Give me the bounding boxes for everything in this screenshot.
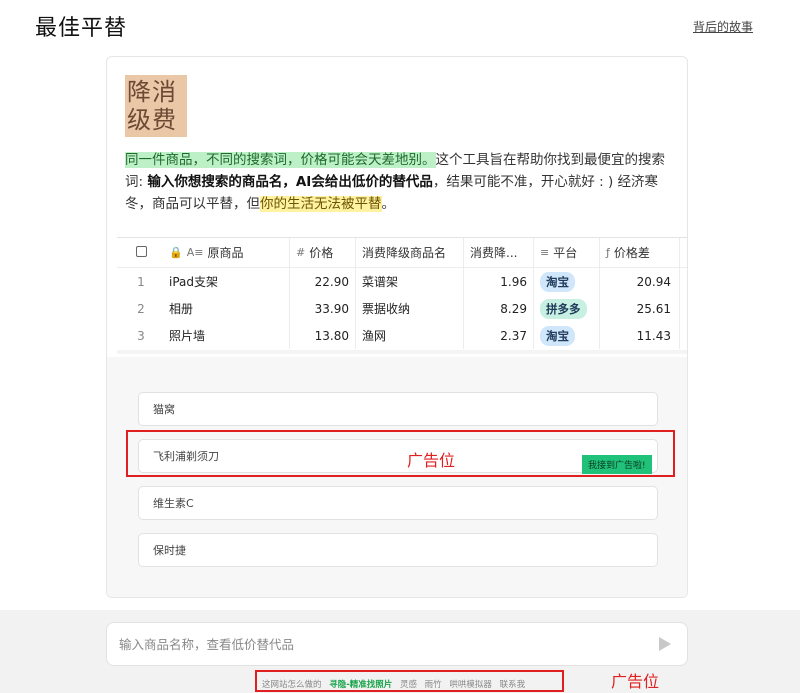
results-table: 🔒 A≡ 原商品 # 价格 消费降级商品名 消费降... ≡ 平台 ƒ 价格差 1 iPa… — [117, 237, 687, 352]
col-header-down[interactable]: 消费降... — [464, 238, 534, 267]
footer-link-contact[interactable]: 联系我 — [500, 680, 526, 690]
cell-name[interactable]: 照片墙 — [165, 322, 290, 349]
list-field-icon: ≡ — [540, 246, 550, 259]
search-input[interactable] — [107, 623, 627, 665]
select-all-checkbox[interactable] — [135, 245, 147, 257]
platform-tag: 淘宝 — [540, 325, 575, 346]
col-header-diff[interactable]: ƒ 价格差 — [600, 238, 680, 267]
cell-platform[interactable]: 淘宝 — [534, 268, 600, 295]
table-scroll-edge — [117, 350, 687, 354]
cell-price[interactable]: 13.80 — [290, 322, 356, 349]
row-index: 3 — [137, 328, 145, 343]
intro-highlight-green: 同一件商品，不同的搜索词，价格可能会天差地别。 — [125, 152, 436, 168]
suggestion-item[interactable]: 保时捷 — [138, 533, 658, 567]
footer-link-rain[interactable]: 雨竹 — [425, 680, 442, 690]
cell-platform[interactable]: 拼多多 — [534, 295, 600, 322]
cell-down[interactable]: 2.37 — [464, 322, 534, 349]
cell-alt[interactable]: 菜谱架 — [356, 268, 464, 295]
footer-link-how[interactable]: 这网站怎么做的 — [262, 680, 322, 690]
page-title: 最佳平替 — [35, 16, 128, 41]
intro-text-6: 。 — [381, 196, 396, 212]
text-field-icon: A≡ — [186, 246, 204, 259]
cell-name[interactable]: iPad支架 — [165, 268, 290, 295]
logo-line-1: 降消 — [127, 78, 177, 106]
cell-diff[interactable]: 11.43 — [600, 322, 680, 349]
lock-icon: 🔒 — [169, 246, 183, 259]
cell-down[interactable]: 1.96 — [464, 268, 534, 295]
cell-price[interactable]: 22.90 — [290, 268, 356, 295]
cell-alt[interactable]: 渔网 — [356, 322, 464, 349]
col-header-platform[interactable]: ≡ 平台 — [534, 238, 600, 267]
cell-down[interactable]: 8.29 — [464, 295, 534, 322]
logo-line-2: 级费 — [127, 106, 177, 134]
col-header-alt[interactable]: 消费降级商品名 — [356, 238, 464, 267]
search-box — [106, 622, 688, 666]
platform-tag: 拼多多 — [540, 298, 587, 319]
table-row[interactable]: 2 相册 33.90 票据收纳 8.29 拼多多 25.61 — [117, 295, 687, 322]
cell-name[interactable]: 相册 — [165, 295, 290, 322]
footer-link-inspiration[interactable]: 灵感 — [400, 680, 417, 690]
story-link[interactable]: 背后的故事 — [693, 18, 753, 35]
table-row[interactable]: 3 照片墙 13.80 渔网 2.37 淘宝 11.43 — [117, 322, 687, 349]
intro-text: 同一件商品，不同的搜索词，价格可能会天差地别。这个工具旨在帮助你找到最便宜的搜索… — [125, 149, 673, 215]
platform-tag: 淘宝 — [540, 271, 575, 292]
footer-links: 这网站怎么做的 寻隐-精准找照片 灵感 雨竹 哄哄模拟器 联系我 — [262, 678, 530, 690]
cell-diff[interactable]: 20.94 — [600, 268, 680, 295]
send-icon[interactable] — [659, 637, 671, 651]
footer-link-simulator[interactable]: 哄哄模拟器 — [449, 680, 492, 690]
cell-diff[interactable]: 25.61 — [600, 295, 680, 322]
cell-alt[interactable]: 票据收纳 — [356, 295, 464, 322]
suggestion-item[interactable]: 维生素C — [138, 486, 658, 520]
formula-field-icon: ƒ — [606, 246, 610, 259]
footer-link-find-photo[interactable]: 寻隐-精准找照片 — [329, 680, 392, 690]
ad-slot-label: 广告位 — [407, 451, 456, 470]
select-all-cell[interactable] — [117, 245, 165, 260]
ad-badge[interactable]: 我接到广告啦! — [582, 455, 652, 474]
cell-price[interactable]: 33.90 — [290, 295, 356, 322]
logo: 降消 级费 — [125, 75, 187, 137]
col-header-name[interactable]: 🔒 A≡ 原商品 — [165, 238, 290, 267]
cell-platform[interactable]: 淘宝 — [534, 322, 600, 349]
intro-highlight-yellow: 你的生活无法被平替 — [260, 196, 382, 212]
table-header-row: 🔒 A≡ 原商品 # 价格 消费降级商品名 消费降... ≡ 平台 ƒ 价格差 — [117, 238, 687, 268]
suggestion-item[interactable]: 猫窝 — [138, 392, 658, 426]
intro-bold: 输入你想搜索的商品名，AI会给出低价的替代品 — [147, 174, 433, 190]
col-header-price[interactable]: # 价格 — [290, 238, 356, 267]
row-index: 2 — [137, 301, 145, 316]
main-card: 降消 级费 同一件商品，不同的搜索词，价格可能会天差地别。这个工具旨在帮助你找到… — [106, 56, 688, 598]
row-index: 1 — [137, 274, 145, 289]
footer-ad-label: 广告位 — [611, 672, 660, 691]
number-field-icon: # — [296, 246, 306, 259]
table-row[interactable]: 1 iPad支架 22.90 菜谱架 1.96 淘宝 20.94 — [117, 268, 687, 295]
